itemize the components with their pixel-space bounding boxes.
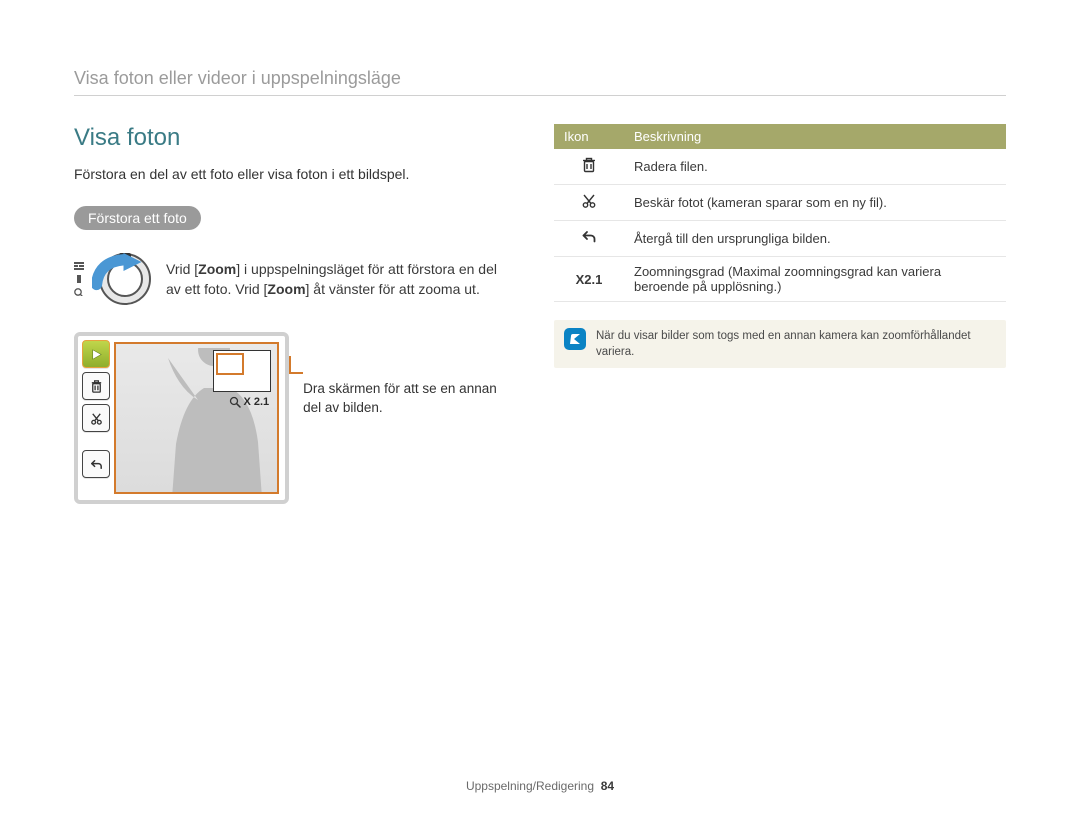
section-intro: Förstora en del av ett foto eller visa f… <box>74 166 514 182</box>
minimap-viewport-box <box>216 353 244 375</box>
manual-page: Visa foton eller videor i uppspelningslä… <box>0 0 1080 815</box>
minimap <box>213 350 271 392</box>
back-icon[interactable] <box>82 450 110 478</box>
scissors-icon <box>554 185 624 221</box>
table-header-desc: Beskrivning <box>624 124 1006 149</box>
screen-side-toolbar <box>82 340 110 478</box>
table-cell-desc: Beskär fotot (kameran sparar som en ny f… <box>624 185 1006 221</box>
table-row: Radera filen. <box>554 149 1006 185</box>
page-footer: Uppspelning/Redigering 84 <box>0 779 1080 793</box>
table-header-icon: Ikon <box>554 124 624 149</box>
dial-side-markers <box>74 262 84 296</box>
table-row: Återgå till den ursprungliga bilden. <box>554 221 1006 257</box>
zoom-ratio-indicator: X 2.1 <box>229 396 269 408</box>
info-note-text: När du visar bilder som togs med en anna… <box>596 328 996 360</box>
info-note-icon <box>564 328 586 350</box>
icon-description-table: Ikon Beskrivning Radera filen. <box>554 124 1006 302</box>
subsection-pill: Förstora ett foto <box>74 206 201 230</box>
table-row: X2.1 Zoomningsgrad (Maximal zoomningsgra… <box>554 257 1006 302</box>
camera-screen-preview: X 2.1 <box>74 332 289 504</box>
info-note: När du visar bilder som togs med en anna… <box>554 320 1006 368</box>
table-cell-desc: Zoomningsgrad (Maximal zoomningsgrad kan… <box>624 257 1006 302</box>
zoom-instruction-text: Vrid [Zoom] i uppspelningsläget för att … <box>166 259 514 300</box>
play-slideshow-icon[interactable] <box>82 340 110 368</box>
breadcrumb: Visa foton eller videor i uppspelningslä… <box>74 68 401 88</box>
crop-scissors-icon[interactable] <box>82 404 110 432</box>
trash-icon[interactable] <box>82 372 110 400</box>
footer-section: Uppspelning/Redigering <box>466 779 594 793</box>
trash-icon <box>554 149 624 185</box>
page-header: Visa foton eller videor i uppspelningslä… <box>74 68 1006 96</box>
left-column: Visa foton Förstora en del av ett foto e… <box>74 124 514 504</box>
zoom-dial-illustration <box>98 252 152 306</box>
table-row: Beskär fotot (kameran sparar som en ny f… <box>554 185 1006 221</box>
zoom-ratio-icon: X2.1 <box>554 257 624 302</box>
page-number: 84 <box>601 779 614 793</box>
table-cell-desc: Återgå till den ursprungliga bilden. <box>624 221 1006 257</box>
section-title: Visa foton <box>74 124 514 152</box>
zoomed-photo-area[interactable]: X 2.1 <box>114 342 279 494</box>
back-icon <box>554 221 624 257</box>
table-cell-desc: Radera filen. <box>624 149 1006 185</box>
right-column: Ikon Beskrivning Radera filen. <box>554 124 1006 504</box>
drag-callout: Dra skärmen för att se en annan del av b… <box>303 332 514 504</box>
